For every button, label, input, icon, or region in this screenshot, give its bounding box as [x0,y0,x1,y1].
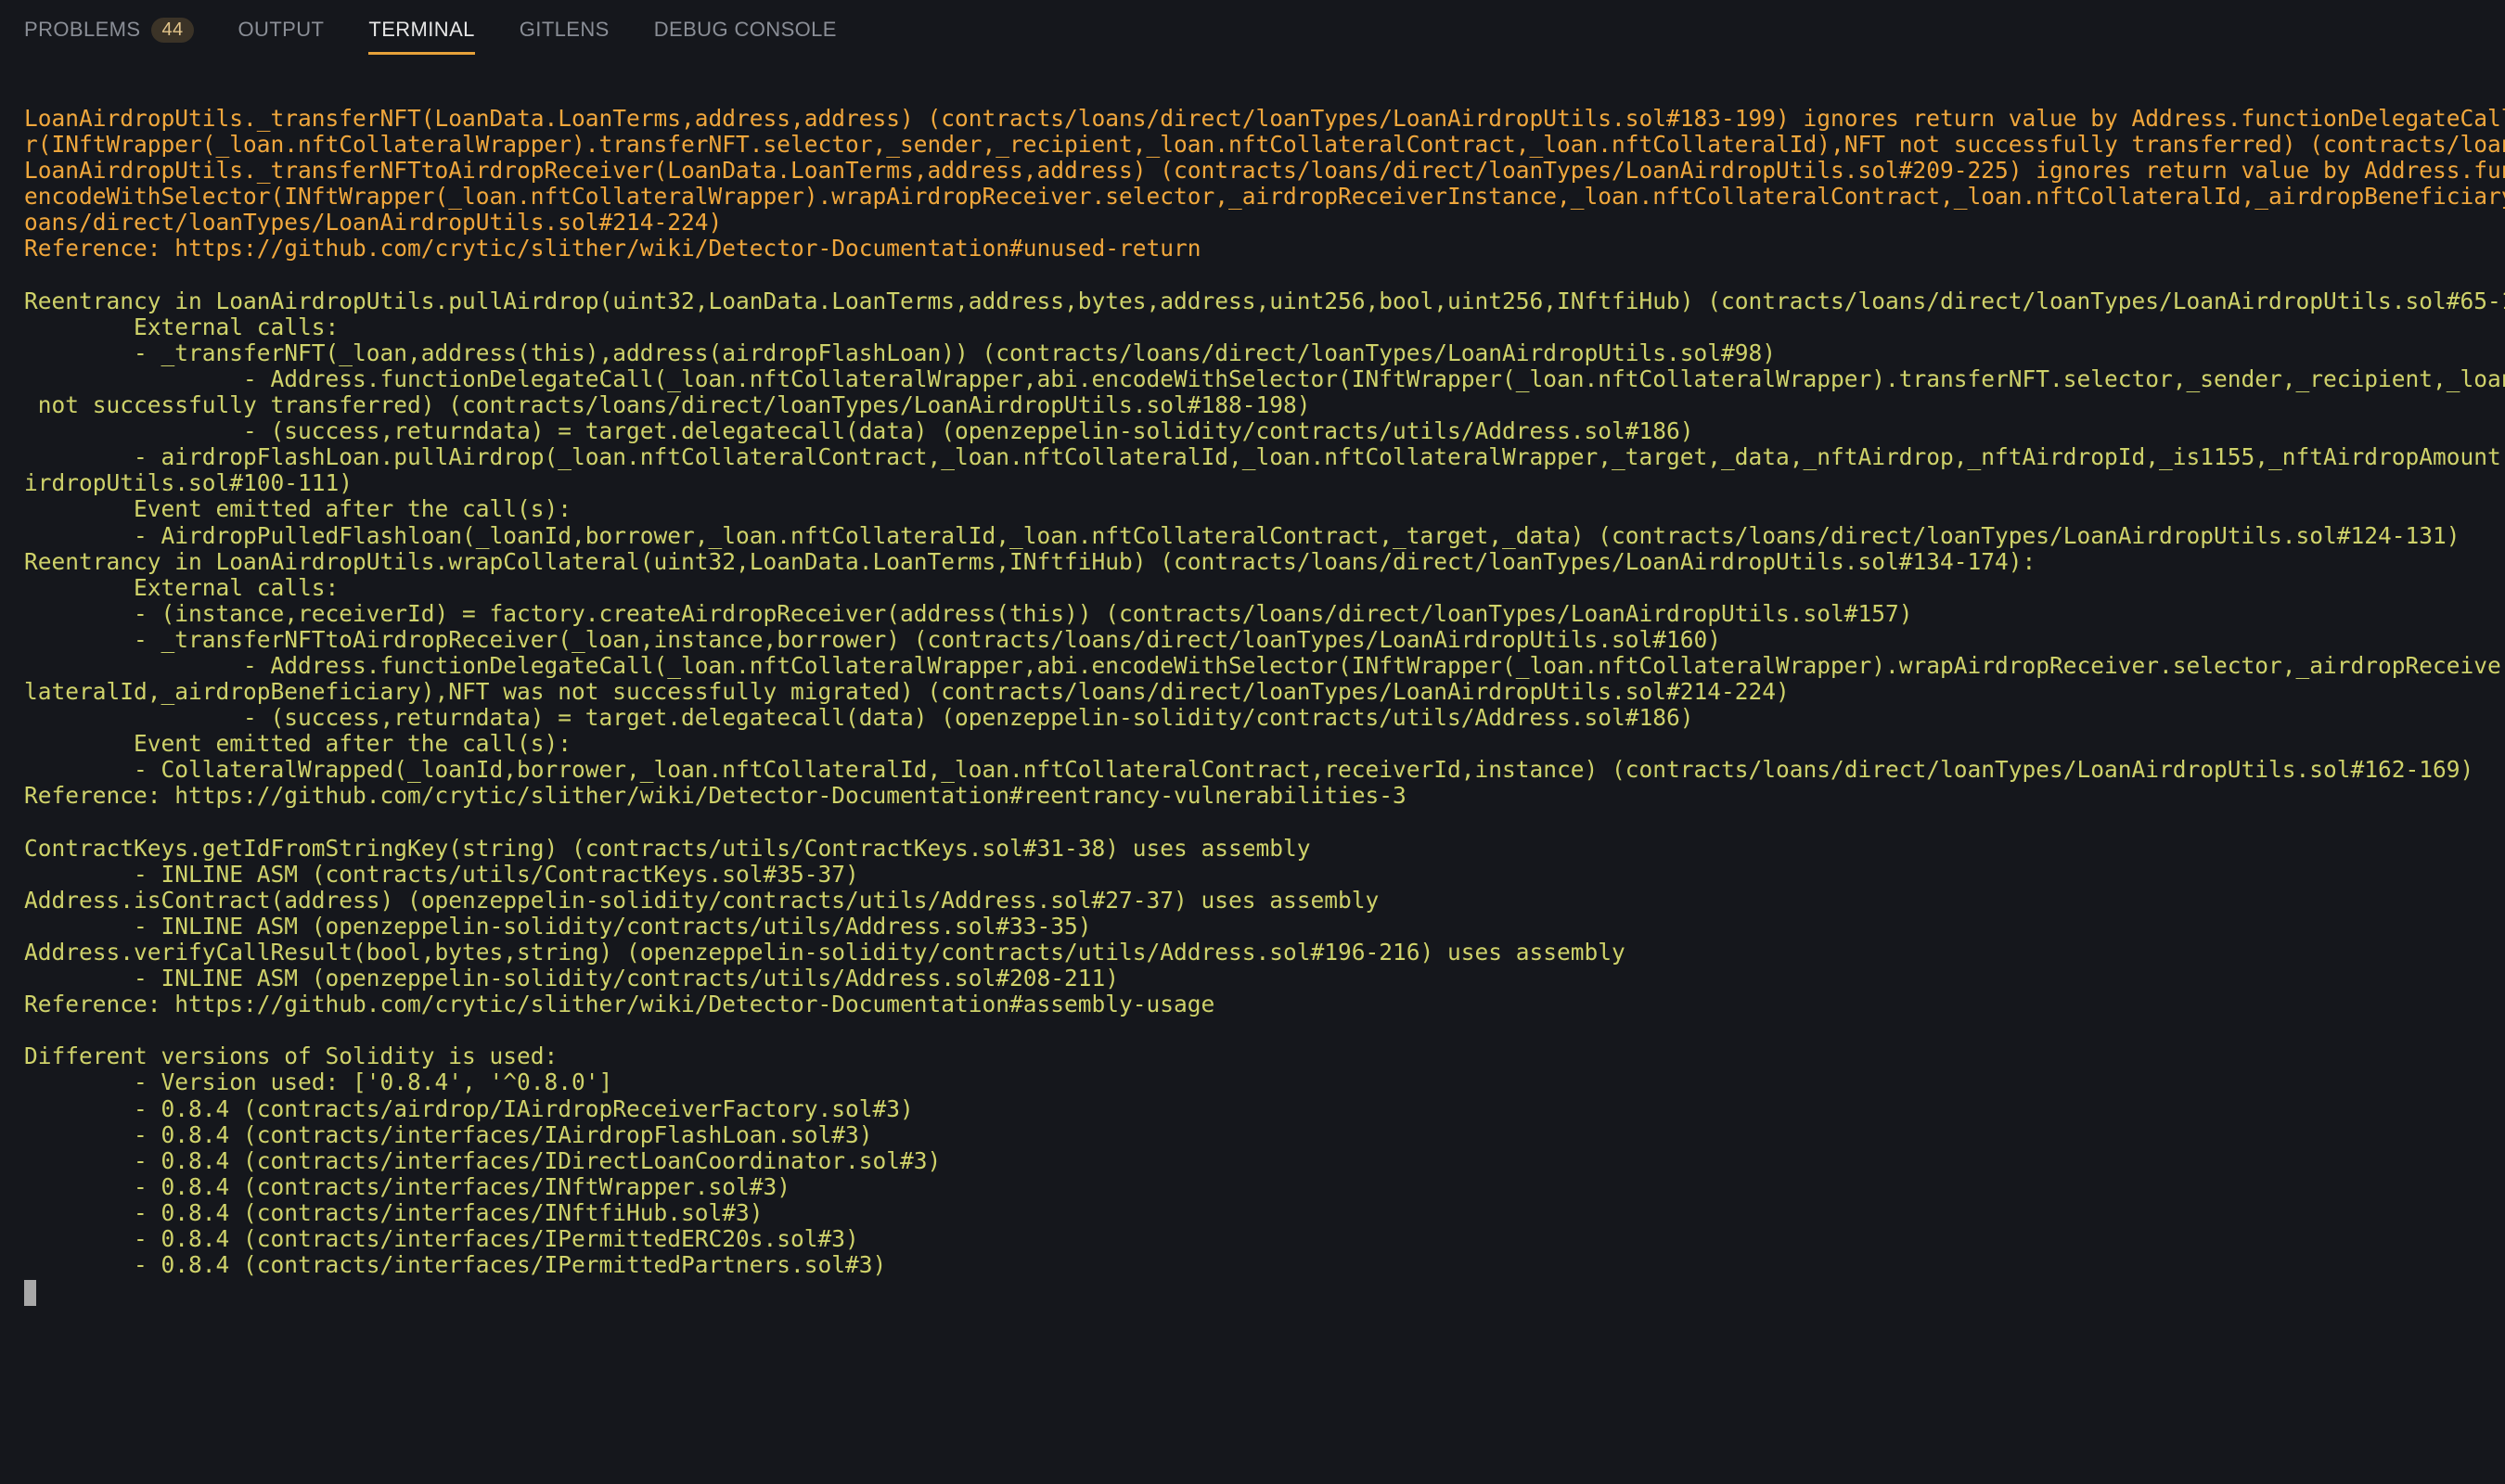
terminal-line: Different versions of Solidity is used: [24,1043,559,1070]
terminal-cursor [24,1280,36,1307]
terminal-line: Address.verifyCallResult(bool,bytes,stri… [24,940,1625,966]
panel-tab-bar: PROBLEMS 44 OUTPUT TERMINAL GITLENS DEBU… [0,0,2505,59]
terminal-line: - INLINE ASM (contracts/utils/ContractKe… [24,861,859,888]
terminal-line: - airdropFlashLoan.pullAirdrop(_loan.nft… [24,444,2505,471]
terminal-line: irdropUtils.sol#100-111) [24,470,353,497]
terminal-line: LoanAirdropUtils._transferNFT(LoanData.L… [24,106,2505,132]
terminal-output[interactable]: LoanAirdropUtils._transferNFT(LoanData.L… [24,106,2505,1484]
terminal-line: - Address.functionDelegateCall(_loan.nft… [24,365,2505,392]
terminal-line: - _transferNFT(_loan,address(this),addre… [24,339,1777,366]
terminal-line: Event emitted after the call(s): [24,731,572,758]
terminal-line: External calls: [24,313,340,340]
terminal-line: - 0.8.4 (contracts/interfaces/IPermitted… [24,1226,859,1253]
terminal-line: not successfully transferred) (contracts… [24,392,1311,419]
terminal-line: - 0.8.4 (contracts/interfaces/IAirdropFl… [24,1121,873,1148]
terminal-line: - (success,returndata) = target.delegate… [24,418,1694,445]
terminal-line: Reference: https://github.com/crytic/sli… [24,783,1407,810]
terminal-line: - (instance,receiverId) = factory.create… [24,600,1913,627]
tab-output[interactable]: OUTPUT [238,5,325,55]
terminal-panel: PROBLEMS 44 OUTPUT TERMINAL GITLENS DEBU… [0,0,2505,1484]
tab-output-label: OUTPUT [238,18,325,41]
terminal-line: - (success,returndata) = target.delegate… [24,705,1694,732]
terminal-line: Reference: https://github.com/crytic/sli… [24,991,1215,1018]
terminal-line: Reentrancy in LoanAirdropUtils.wrapColla… [24,548,2036,575]
terminal-lines: LoanAirdropUtils._transferNFT(LoanData.L… [24,106,2505,1278]
tab-problems-label: PROBLEMS [24,18,141,41]
terminal-line: Event emitted after the call(s): [24,496,572,523]
problems-count-badge: 44 [151,17,194,43]
tab-gitlens[interactable]: GITLENS [520,5,610,55]
terminal-line: - AirdropPulledFlashloan(_loanId,borrowe… [24,522,2460,549]
terminal-line: r(INftWrapper(_loan.nftCollateralWrapper… [24,132,2505,159]
terminal-line: Reentrancy in LoanAirdropUtils.pullAirdr… [24,288,2505,314]
terminal-line: - Address.functionDelegateCall(_loan.nft… [24,652,2505,679]
tab-gitlens-label: GITLENS [519,18,610,41]
terminal-line: - Version used: ['0.8.4', '^0.8.0'] [24,1069,613,1096]
terminal-line: - _transferNFTtoAirdropReceiver(_loan,in… [24,626,1722,653]
tab-debug-console-label: DEBUG CONSOLE [653,18,837,41]
tab-debug-console[interactable]: DEBUG CONSOLE [654,5,837,55]
terminal-line: Reference: https://github.com/crytic/sli… [24,236,1201,262]
tab-terminal[interactable]: TERMINAL [368,5,476,55]
terminal-line: ContractKeys.getIdFromStringKey(string) … [24,835,1311,862]
terminal-line: Address.isContract(address) (openzeppeli… [24,887,1380,914]
terminal-line: - 0.8.4 (contracts/interfaces/INftWrappe… [24,1173,791,1200]
terminal-line: - 0.8.4 (contracts/airdrop/IAirdropRecei… [24,1095,914,1122]
terminal-line: - INLINE ASM (openzeppelin-solidity/cont… [24,913,1092,940]
terminal-line: External calls: [24,574,340,601]
terminal-line: - INLINE ASM (openzeppelin-solidity/cont… [24,966,1120,992]
terminal-line: - 0.8.4 (contracts/interfaces/IDirectLoa… [24,1147,942,1174]
terminal-line: - 0.8.4 (contracts/interfaces/INftfiHub.… [24,1199,764,1226]
tab-problems[interactable]: PROBLEMS 44 [24,5,194,55]
terminal-line: oans/direct/loanTypes/LoanAirdropUtils.s… [24,210,723,237]
terminal-line: - 0.8.4 (contracts/interfaces/IPermitted… [24,1252,887,1279]
tab-terminal-label: TERMINAL [368,18,475,41]
terminal-line: encodeWithSelector(INftWrapper(_loan.nft… [24,184,2505,211]
terminal-line: LoanAirdropUtils._transferNFTtoAirdropRe… [24,158,2505,185]
terminal-line: - CollateralWrapped(_loanId,borrower,_lo… [24,757,2474,784]
terminal-line: lateralId,_airdropBeneficiary),NFT was n… [24,679,1790,706]
